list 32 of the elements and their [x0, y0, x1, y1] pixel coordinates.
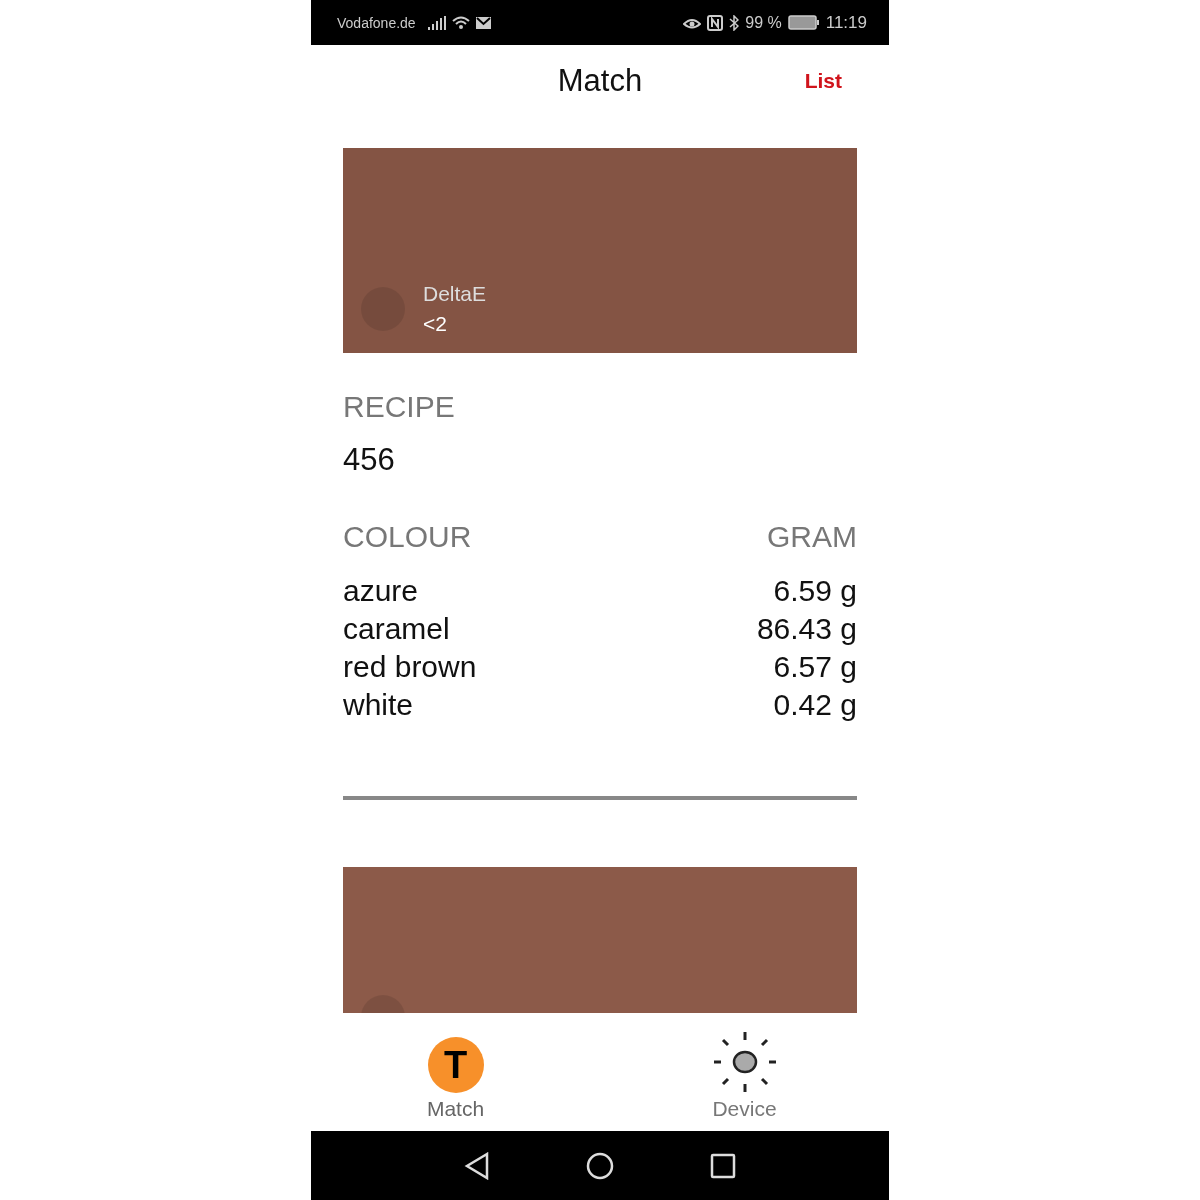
bluetooth-icon [729, 14, 740, 31]
signal-icon [427, 15, 446, 30]
list-link[interactable]: List [804, 69, 842, 93]
clock: 11:19 [825, 12, 867, 33]
gram-amount: 86.43 g [756, 611, 857, 647]
delta-label: DeltaE [423, 281, 487, 307]
tab[interactable]: T Match [311, 1019, 600, 1131]
screen-title: Match [557, 63, 643, 99]
battery-icon [787, 15, 820, 30]
recents-icon[interactable] [710, 1152, 736, 1179]
colour-name: azure [343, 573, 419, 609]
gram-amount: 6.57 g [773, 649, 857, 685]
gram-amount: 0.42 g [773, 687, 857, 723]
recipe-number: 456 [343, 442, 396, 478]
colour-name: red brown [343, 649, 477, 685]
tab[interactable]: Device [600, 1019, 889, 1131]
wifi-icon [451, 15, 470, 30]
carrier-name: Vodafone.de [337, 14, 416, 31]
sun-icon [712, 1031, 777, 1093]
mail-icon [475, 16, 491, 29]
recipe-heading: RECIPE [343, 390, 456, 424]
colour-name: white [343, 687, 414, 723]
back-icon[interactable] [464, 1151, 490, 1180]
colour-heading: COLOUR [343, 520, 472, 554]
letter-icon: T [427, 1037, 484, 1093]
gram-amount: 6.59 g [773, 573, 857, 609]
colour-name: caramel [343, 611, 450, 647]
delta-value: <2 [423, 311, 448, 337]
home-icon[interactable] [586, 1151, 614, 1180]
gram-heading: GRAM [767, 520, 857, 554]
battery-percent: 99 % [745, 13, 782, 32]
nfc-icon [707, 14, 724, 31]
